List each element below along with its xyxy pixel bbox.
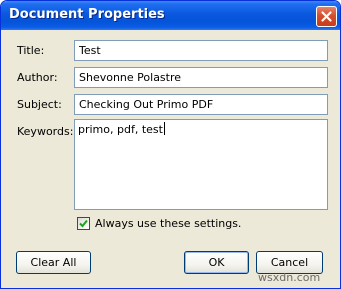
- title-label: Title:: [17, 44, 45, 57]
- author-field[interactable]: Shevonne Polastre: [74, 67, 328, 88]
- title-bar[interactable]: Document Properties: [1, 1, 340, 30]
- keywords-text: primo, pdf, test: [78, 123, 163, 136]
- title-field[interactable]: Test: [74, 40, 328, 61]
- ok-button[interactable]: OK: [184, 251, 249, 274]
- close-button[interactable]: [316, 6, 337, 27]
- checkmark-icon: [79, 219, 88, 228]
- keywords-field[interactable]: primo, pdf, test: [74, 119, 328, 210]
- watermark-text: wsxdn.com: [258, 271, 321, 284]
- clear-all-button[interactable]: Clear All: [16, 251, 91, 274]
- always-use-label[interactable]: Always use these settings.: [95, 217, 241, 231]
- author-label: Author:: [17, 71, 58, 84]
- subject-field[interactable]: Checking Out Primo PDF: [74, 94, 328, 115]
- always-use-checkbox[interactable]: [77, 217, 90, 230]
- close-icon: [321, 11, 332, 22]
- keywords-label: Keywords:: [17, 125, 74, 138]
- subject-label: Subject:: [17, 98, 62, 111]
- dialog-title: Document Properties: [9, 7, 165, 22]
- text-caret: [163, 122, 165, 135]
- document-properties-dialog: Document Properties Title: Test Author: …: [0, 0, 341, 289]
